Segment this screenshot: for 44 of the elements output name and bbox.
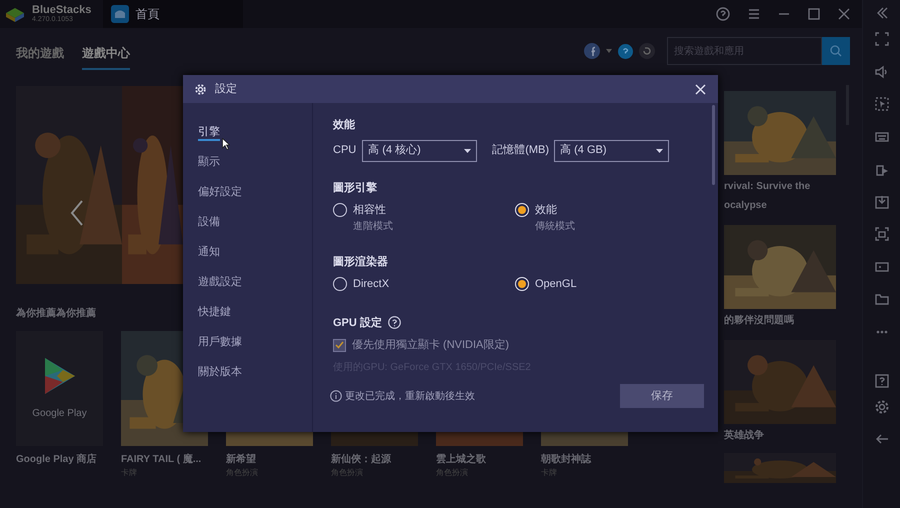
dropdown[interactable]: 高 (4 核心) [362,140,478,162]
option-label: 相容性 [353,202,387,218]
nav-tab[interactable]: 遊戲中心 [82,44,130,70]
card-title: 的夥伴沒問題嗎 [724,314,795,328]
dialog-title: 設定 [215,82,237,97]
option-label: DirectX [353,277,390,292]
option-description: 進階模式 [353,220,393,234]
settings-menu-item[interactable]: 用戶數據 [198,335,242,351]
section-heading: 效能 [333,118,356,133]
logo-text: Google Play [32,407,87,421]
settings-menu-item[interactable]: 設備 [198,215,220,231]
section-title: 為你推薦為你推薦 [16,306,96,321]
field-label: 記憶體(MB) [492,143,550,158]
nav-tab[interactable]: 我的遊戲 [16,44,64,70]
option-label: 效能 [535,203,558,218]
card-title: ocalypse [724,199,768,213]
card-title: 新希望 [226,452,257,467]
settings-menu-item[interactable]: 偏好設定 [198,185,242,201]
settings-menu-item[interactable]: 遊戲設定 [198,275,242,291]
section-heading: 圖形引擎 [333,180,378,196]
settings-menu-item[interactable]: 快捷鍵 [198,305,231,321]
field-label: CPU [333,143,356,158]
option-label: OpenGL [535,277,577,292]
window-tab[interactable]: 首頁 [103,0,244,28]
dropdown[interactable]: 高 (4 GB) [554,140,670,162]
store-tile[interactable]: Google Play [16,331,103,446]
notice-text: 更改已完成，重新啟動後生效 [345,390,475,404]
settings-menu-item[interactable]: 顯示 [198,155,220,171]
app-name: BlueStacks [32,4,92,16]
save-button[interactable]: 保存 [620,384,704,408]
settings-menu-item[interactable]: 引擎 [198,125,220,141]
card-title: Google Play 商店 [16,452,98,467]
settings-menu-item[interactable]: 關於版本 [198,365,242,381]
settings-menu-item[interactable]: 通知 [198,245,220,261]
checkbox-label: 優先使用獨立顯卡 (NVIDIA限定) [352,338,510,353]
section-heading: GPU 設定 [333,316,382,330]
section-heading: 圖形渲染器 [333,254,389,270]
option-description: 傳統模式 [535,220,575,234]
card-title: rvival: Survive the [724,180,812,194]
card-title: 雲上城之歌 [436,452,487,467]
card-title: 英雄战争 [724,428,765,443]
card-title: 朝歌封神誌 [541,452,592,467]
card-title: 新仙俠：起源 [331,452,392,467]
card-title: FAIRY TAIL ( 魔... [121,452,202,467]
